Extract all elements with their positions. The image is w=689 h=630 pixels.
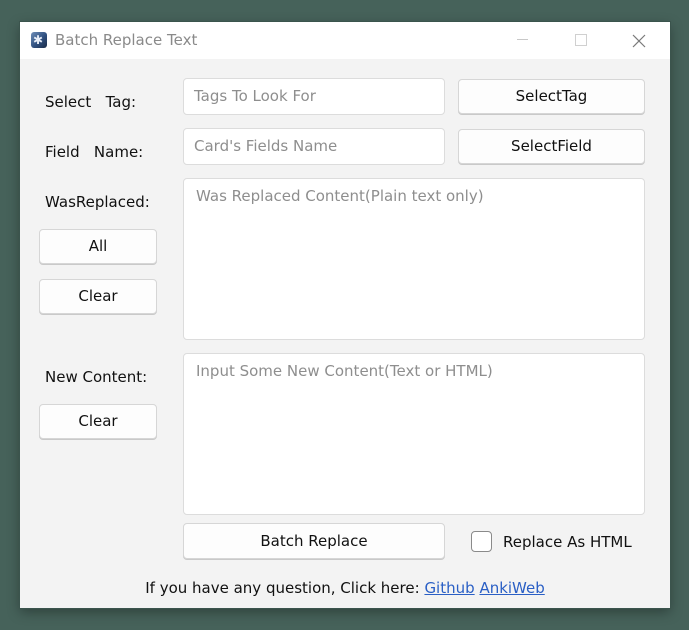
- github-link[interactable]: Github: [424, 579, 474, 597]
- title-bar: ✱ Batch Replace Text: [20, 22, 670, 59]
- tags-input[interactable]: Tags To Look For: [183, 78, 445, 115]
- footer-text: If you have any question, Click here:: [145, 579, 425, 597]
- close-icon: [632, 34, 646, 48]
- ankiweb-link[interactable]: AnkiWeb: [479, 579, 544, 597]
- batch-replace-window: ✱ Batch Replace Text Select Tag: Tags To…: [20, 22, 670, 608]
- replace-as-html-checkbox[interactable]: [471, 531, 492, 552]
- close-button[interactable]: [616, 22, 662, 59]
- select-tag-button[interactable]: SelectTag: [458, 79, 645, 114]
- minimize-button[interactable]: [500, 22, 546, 59]
- field-name-input[interactable]: Card's Fields Name: [183, 128, 445, 165]
- clear-new-content-button[interactable]: Clear: [39, 404, 157, 439]
- select-field-button[interactable]: SelectField: [458, 129, 645, 164]
- was-replaced-label: WasReplaced:: [45, 193, 150, 211]
- clear-replaced-button[interactable]: Clear: [39, 279, 157, 314]
- replace-as-html-label[interactable]: Replace As HTML: [503, 533, 632, 551]
- footer: If you have any question, Click here: Gi…: [20, 579, 670, 597]
- new-content-textarea[interactable]: Input Some New Content(Text or HTML): [183, 353, 645, 515]
- was-replaced-textarea[interactable]: Was Replaced Content(Plain text only): [183, 178, 645, 340]
- app-icon: ✱: [31, 32, 47, 48]
- new-content-label: New Content:: [45, 368, 148, 386]
- maximize-icon: [575, 34, 587, 46]
- maximize-button[interactable]: [558, 22, 604, 59]
- batch-replace-button[interactable]: Batch Replace: [183, 523, 445, 559]
- window-title: Batch Replace Text: [55, 31, 198, 49]
- field-name-label: Field Name:: [45, 143, 144, 161]
- all-button[interactable]: All: [39, 229, 157, 264]
- select-tag-label: Select Tag:: [45, 93, 137, 111]
- minimize-icon: [517, 39, 528, 40]
